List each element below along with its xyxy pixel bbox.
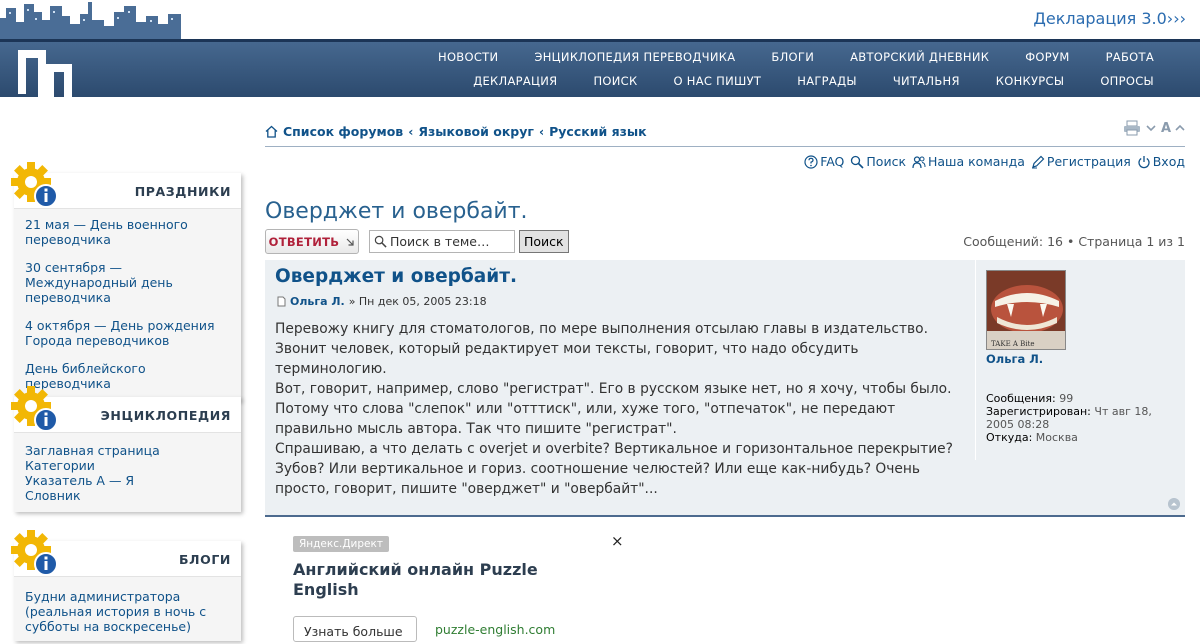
nav-news[interactable]: НОВОСТИ — [420, 50, 516, 64]
profile-location: Москва — [1035, 431, 1078, 444]
pencil-icon — [1031, 155, 1045, 168]
profile-posts-count[interactable]: 99 — [1059, 392, 1073, 405]
topic-action-bar: ОТВЕТИТЬ Поиск в теме… Поиск — [265, 229, 569, 254]
post-paragraph: Перевожу книгу для стоматологов, по мере… — [275, 321, 928, 377]
nav-forum[interactable]: ФОРУМ — [1007, 50, 1087, 64]
navigation-band — [0, 39, 1200, 97]
topic-search-input[interactable]: Поиск в теме… — [369, 230, 515, 253]
chevron-down-icon[interactable] — [1145, 121, 1157, 135]
sidebar-holidays-title: ПРАЗДНИКИ — [134, 184, 231, 199]
reply-button[interactable]: ОТВЕТИТЬ — [265, 229, 359, 254]
gear-info-icon — [11, 386, 58, 432]
blog-post-link[interactable]: Будни администратора (реальная история в… — [25, 589, 230, 634]
breadcrumb-forum-index[interactable]: Список форумов — [283, 124, 403, 139]
ad-provider-tag[interactable]: Яндекс.Директ — [293, 536, 389, 552]
nav-awards[interactable]: НАГРАДЫ — [779, 74, 875, 88]
breadcrumb-language-district[interactable]: Языковой округ — [418, 124, 534, 139]
nav-encyclopedia[interactable]: ЭНЦИКЛОПЕДИЯ ПЕРЕВОДЧИКА — [516, 50, 753, 64]
breadcrumb-divider — [265, 146, 1185, 147]
page-tools: A — [1123, 120, 1185, 136]
post-paragraph: Вот, говорит, например, слово "регистрат… — [275, 381, 952, 437]
pagination-info: Сообщений: 16 • Страница 1 из 1 — [963, 234, 1185, 249]
city-skyline-logo[interactable] — [0, 0, 181, 40]
sidebar-encyclopedia-title: ЭНЦИКЛОПЕДИЯ — [100, 408, 231, 423]
nav-search[interactable]: ПОИСК — [575, 74, 655, 88]
gear-info-icon — [11, 530, 58, 576]
post-author[interactable]: Ольга Л. — [290, 295, 345, 308]
holiday-link[interactable]: 21 мая — День военного переводчика — [25, 217, 230, 247]
encyclopedia-categories-link[interactable]: Категории — [25, 458, 230, 473]
breadcrumb: Список форумов ‹ Языковой округ ‹ Русски… — [265, 124, 647, 139]
encyclopedia-glossary-link[interactable]: Словник — [25, 488, 230, 503]
post-document-icon[interactable] — [277, 296, 286, 307]
nav-polls[interactable]: ОПРОСЫ — [1082, 74, 1166, 88]
search-icon — [851, 155, 864, 169]
users-icon — [912, 155, 926, 168]
avatar[interactable]: TAKE A Bite — [986, 270, 1066, 350]
forum-post: Оверджет и овербайт. Ольга Л. » Пн дек 0… — [265, 260, 1185, 517]
nav-contests[interactable]: КОНКУРСЫ — [978, 74, 1083, 88]
close-icon[interactable]: × — [611, 532, 624, 550]
encyclopedia-index-link[interactable]: Указатель А — Я — [25, 473, 230, 488]
font-size-toggle[interactable]: A — [1161, 121, 1171, 136]
team-link[interactable]: Наша команда — [912, 154, 1025, 169]
breadcrumb-separator: ‹ — [538, 124, 545, 139]
breadcrumb-russian-language[interactable]: Русский язык — [549, 124, 647, 139]
main-nav-row-1: НОВОСТИ ЭНЦИКЛОПЕДИЯ ПЕРЕВОДЧИКА БЛОГИ А… — [420, 50, 1166, 64]
main-nav-row-2: ДЕКЛАРАЦИЯ ПОИСК О НАС ПИШУТ НАГРАДЫ ЧИТ… — [455, 74, 1166, 88]
nav-declaration[interactable]: ДЕКЛАРАЦИЯ — [455, 74, 575, 88]
ad-learn-more-button[interactable]: Узнать больше — [293, 616, 417, 642]
gear-info-icon — [11, 162, 58, 208]
quick-links: FAQ Поиск Наша команда Регистрация Вход — [804, 154, 1185, 169]
post-meta: Ольга Л. » Пн дек 05, 2005 23:18 — [277, 295, 487, 308]
post-date: » Пн дек 05, 2005 23:18 — [348, 295, 487, 308]
reply-arrow-icon — [346, 238, 354, 246]
nav-blogs[interactable]: БЛОГИ — [753, 50, 832, 64]
topic-search-button[interactable]: Поиск — [519, 230, 569, 253]
topic-search-placeholder: Поиск в теме… — [390, 234, 490, 249]
topic-title[interactable]: Оверджет и овербайт. — [265, 199, 528, 224]
post-paragraph: Спрашиваю, а что делать с overjet и over… — [275, 441, 953, 497]
encyclopedia-main-page-link[interactable]: Заглавная страница — [25, 443, 230, 458]
sidebar-holidays: ПРАЗДНИКИ 21 мая — День военного перевод… — [11, 162, 241, 401]
breadcrumb-separator: ‹ — [408, 124, 414, 139]
sidebar-blogs: БЛОГИ Будни администратора (реальная ист… — [11, 530, 241, 641]
nav-press[interactable]: О НАС ПИШУТ — [655, 74, 779, 88]
post-profile: TAKE A Bite Ольга Л. Сообщения: 99 Зарег… — [975, 260, 1185, 460]
site-logo[interactable] — [16, 50, 74, 106]
print-icon[interactable] — [1123, 120, 1141, 136]
post-content: Перевожу книгу для стоматологов, по мере… — [275, 319, 965, 499]
profile-username[interactable]: Ольга Л. — [986, 352, 1043, 366]
register-link[interactable]: Регистрация — [1031, 154, 1131, 169]
search-link[interactable]: Поиск — [850, 154, 906, 169]
vampire-teeth-avatar-image: TAKE A Bite — [987, 271, 1065, 349]
nav-reading-room[interactable]: ЧИТАЛЬНЯ — [875, 74, 978, 88]
holiday-link[interactable]: 30 сентября — Международный день перевод… — [25, 260, 230, 305]
top-bar: Декларация 3.0››› — [0, 0, 1200, 40]
power-icon — [1138, 155, 1150, 168]
advertisement-block: Яндекс.Директ × Английский онлайн Puzzle… — [293, 532, 633, 642]
sidebar-blogs-title: БЛОГИ — [179, 552, 231, 567]
home-icon[interactable] — [265, 125, 278, 138]
avatar-text: TAKE A Bite — [991, 340, 1035, 348]
nav-work[interactable]: РАБОТА — [1088, 50, 1166, 64]
faq-link[interactable]: FAQ — [804, 154, 844, 169]
login-link[interactable]: Вход — [1137, 154, 1185, 169]
chevron-up-icon[interactable] — [1175, 121, 1185, 135]
question-icon — [804, 154, 818, 169]
ad-title[interactable]: Английский онлайн Puzzle English — [293, 560, 593, 600]
search-icon — [374, 235, 387, 248]
holiday-link[interactable]: 4 октября — День рождения Города перевод… — [25, 318, 230, 348]
sidebar-encyclopedia: ЭНЦИКЛОПЕДИЯ Заглавная страница Категори… — [11, 386, 241, 512]
declaration-link[interactable]: Декларация 3.0››› — [1033, 9, 1186, 28]
back-to-top-icon[interactable] — [1168, 498, 1180, 510]
profile-stats: Сообщения: 99 Зарегистрирован: Чт авг 18… — [986, 392, 1152, 444]
post-title[interactable]: Оверджет и овербайт. — [275, 266, 517, 287]
nav-author-diary[interactable]: АВТОРСКИЙ ДНЕВНИК — [832, 50, 1007, 64]
